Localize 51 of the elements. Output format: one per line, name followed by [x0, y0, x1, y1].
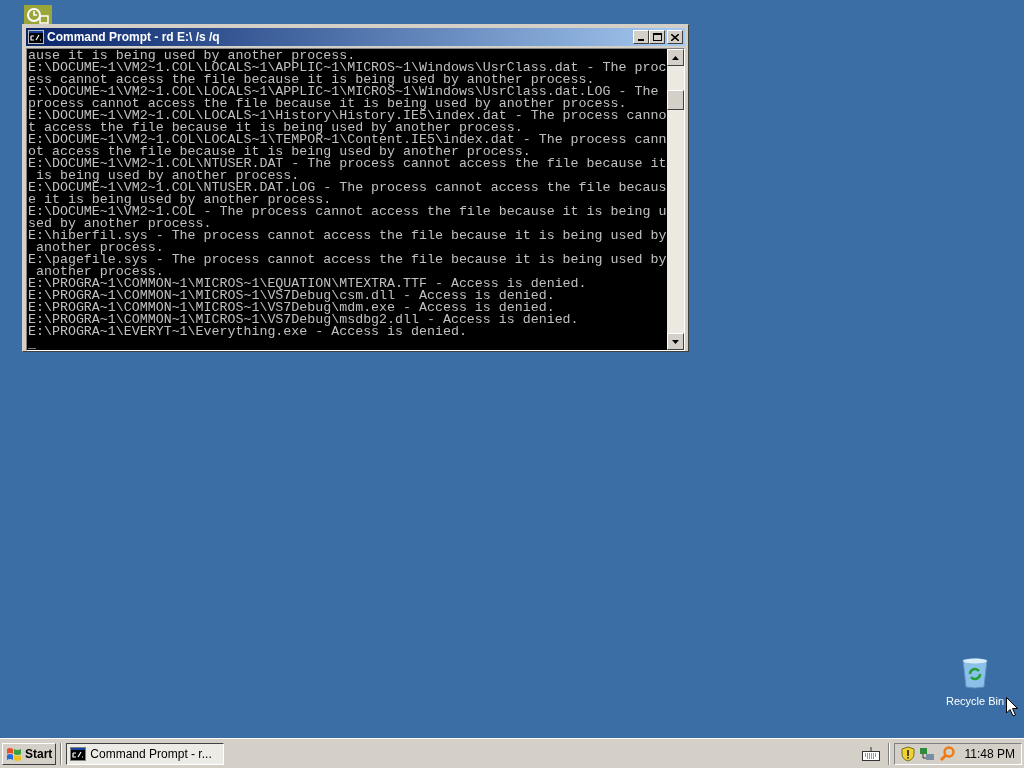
minimize-button[interactable] — [633, 30, 649, 44]
maximize-button[interactable] — [649, 30, 665, 44]
mouse-cursor-icon — [1006, 697, 1019, 717]
clock-shortcut-icon[interactable] — [24, 5, 52, 25]
icon-label: Recycle Bin — [945, 694, 1005, 709]
minimize-icon — [638, 39, 644, 41]
up-arrow-icon — [672, 55, 679, 60]
console-line: t access the file because it is being used by another process. — [27, 122, 524, 134]
console-icon — [70, 746, 87, 761]
start-button[interactable]: Start — [2, 742, 57, 765]
console-line: another process. — [35, 266, 164, 278]
console-line: E:\pagefile.sys - The process cannot access the file because it is being used by — [27, 254, 668, 266]
close-icon — [671, 33, 679, 41]
console-line: E:\DOCUME~1\VM2~1.COL\LOCALS~1\APPLIC~1\MICROS~1\Windows\UsrClass.dat.LOG - The — [27, 86, 660, 98]
console-line: process cannot access the file because it is being used by another process. — [27, 98, 628, 110]
console-line: E:\hiberfil.sys - The process cannot access the file because it is being used by — [27, 230, 668, 242]
console-line: E:\DOCUME~1\VM2~1.COL - The process cannot access the file because it is being u — [27, 206, 668, 218]
console-line: ause it is being used by another process. — [27, 50, 356, 62]
window-title: Command Prompt - rd E:\ /s /q — [47, 29, 221, 46]
keyboard-icon[interactable] — [861, 746, 880, 761]
vertical-scrollbar[interactable] — [667, 49, 684, 350]
console-line: is being used by another process. — [35, 170, 300, 182]
console-line: ess cannot access the file because it is being used by another process. — [27, 74, 595, 86]
text-cursor: _ — [27, 338, 36, 350]
console-line: E:\DOCUME~1\VM2~1.COL\NTUSER.DAT.LOG - The process cannot access the file becaus — [27, 182, 668, 194]
scroll-up-button[interactable] — [667, 49, 684, 66]
scroll-thumb[interactable] — [667, 90, 684, 110]
maximize-icon — [652, 33, 662, 41]
console-line: E:\PROGRA~1\EVERYT~1\Everything.exe - Access is denied. — [27, 326, 468, 338]
down-arrow-icon — [672, 339, 679, 344]
console-line: e it is being used by another process. — [27, 194, 332, 206]
console-line: ot access the file because it is being used by another process. — [27, 146, 531, 158]
console-line: E:\PROGRA~1\COMMON~1\MICROS~1\VS7Debug\mdm.exe - Access is denied. — [27, 302, 555, 314]
windows-flag-icon — [6, 746, 22, 761]
console-line: E:\DOCUME~1\VM2~1.COL\LOCALS~1\APPLIC~1\MICROS~1\Windows\UsrClass.dat - The proc — [27, 62, 668, 74]
shield-icon[interactable] — [900, 745, 915, 762]
console-line: E:\PROGRA~1\COMMON~1\MICROS~1\VS7Debug\msdbg2.dll - Access is denied. — [27, 314, 580, 326]
console-line: E:\DOCUME~1\VM2~1.COL\LOCALS~1\TEMPOR~1\Content.IE5\index.dat - The process cann — [27, 134, 668, 146]
close-button[interactable] — [667, 30, 683, 44]
console-line: E:\PROGRA~1\COMMON~1\MICROS~1\VS7Debug\csm.dll - Access is denied. — [27, 290, 556, 302]
console-line: E:\DOCUME~1\VM2~1.COL\LOCALS~1\History\History.IE5\index.dat - The process canno — [27, 110, 668, 122]
console-line: E:\DOCUME~1\VM2~1.COL\NTUSER.DAT - The process cannot access the file because it — [27, 158, 668, 170]
console-line: E:\PROGRA~1\COMMON~1\MICROS~1\EQUATION\MTEXTRA.TTF - Access is denied. — [27, 278, 588, 290]
console-line: another process. — [35, 242, 165, 254]
console-icon — [28, 30, 44, 44]
network-icon[interactable] — [918, 745, 935, 762]
scroll-down-button[interactable] — [667, 333, 684, 350]
recycle-bin-icon[interactable] — [960, 657, 990, 689]
taskbar-button[interactable]: Command Prompt - r... — [66, 742, 225, 765]
console-line: sed by another process. — [27, 218, 213, 230]
clock-time[interactable]: 11:48 PM — [964, 744, 1015, 763]
